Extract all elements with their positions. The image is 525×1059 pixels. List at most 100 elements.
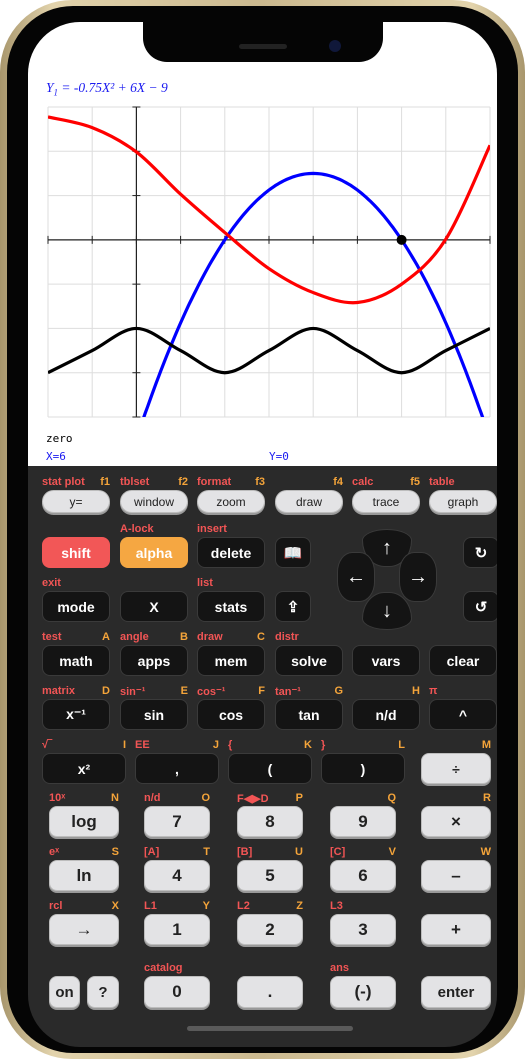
key-n-47d[interactable]: n/d	[352, 699, 420, 730]
key-x[interactable]: X	[120, 591, 188, 622]
key-solve[interactable]: solve	[275, 645, 343, 676]
undo-button[interactable]: ↺	[463, 591, 497, 622]
shift-label: distr	[275, 631, 299, 643]
key-0[interactable]: 0	[144, 976, 210, 1008]
alpha-label: D	[102, 685, 110, 697]
key-2[interactable]: 2	[237, 914, 303, 945]
home-indicator[interactable]	[187, 1026, 353, 1031]
key--247[interactable]: ÷	[421, 753, 491, 784]
undo-icon: ↺	[474, 598, 488, 616]
alpha-label: Y	[202, 900, 210, 912]
alpha-label: J	[212, 739, 219, 751]
arrow-right-button[interactable]: →	[399, 552, 437, 602]
redo-button[interactable]: ↻	[463, 537, 497, 568]
key-math[interactable]: math	[42, 645, 110, 676]
key-6[interactable]: 6	[330, 860, 396, 891]
key-graph[interactable]: graph	[429, 490, 497, 513]
alpha-label: f1	[100, 476, 110, 488]
alpha-label: R	[483, 792, 491, 804]
key--215[interactable]: ×	[421, 806, 491, 837]
key--8211[interactable]: –	[421, 860, 491, 891]
key-enter[interactable]: enter	[421, 976, 491, 1008]
key-7[interactable]: 7	[144, 806, 210, 837]
key-delete[interactable]: delete	[197, 537, 265, 568]
key-x-178[interactable]: x²	[42, 753, 126, 784]
key-5[interactable]: 5	[237, 860, 303, 891]
alpha-label: f5	[410, 476, 420, 488]
alpha-label: L	[398, 739, 405, 751]
key-shift[interactable]: shift	[42, 537, 110, 568]
key-stats[interactable]: stats	[197, 591, 265, 622]
key-x-8315-185[interactable]: x⁻¹	[42, 699, 110, 730]
key-4[interactable]: 4	[144, 860, 210, 891]
arrow-left-icon: ←	[346, 565, 366, 588]
key--40-45-41[interactable]: (-)	[330, 976, 396, 1008]
graph-display: Y1 = -0.75X² + 6X − 9 zero X=6 Y=0	[28, 22, 497, 466]
camera	[329, 40, 341, 52]
alpha-label: f4	[333, 476, 343, 488]
redo-icon: ↻	[474, 544, 488, 562]
calculator-screen: Y1 = -0.75X² + 6X − 9 zero X=6 Y=0 y= sta…	[28, 22, 497, 1047]
key--8594[interactable]: →	[49, 914, 119, 945]
key-8[interactable]: 8	[237, 806, 303, 837]
key-draw[interactable]: draw	[275, 490, 343, 513]
speaker	[239, 44, 287, 49]
alpha-label: S	[111, 846, 119, 858]
key--41[interactable]: )	[321, 753, 405, 784]
alpha-label: E	[180, 685, 188, 697]
trace-point	[396, 234, 407, 245]
key-window[interactable]: window	[120, 490, 188, 513]
shift-label: A-lock	[120, 523, 154, 535]
key--63[interactable]: ?	[87, 976, 119, 1008]
key-on[interactable]: on	[49, 976, 80, 1008]
key--43[interactable]: +	[421, 914, 491, 945]
key-trace[interactable]: trace	[352, 490, 420, 513]
shift-label: catalog	[144, 962, 183, 974]
shift-label: list	[197, 577, 213, 589]
alpha-label: Q	[387, 792, 396, 804]
key-clear[interactable]: clear	[429, 645, 497, 676]
shift-label: table	[429, 476, 455, 488]
share-button[interactable]: ⇪	[275, 591, 311, 622]
key-alpha[interactable]: alpha	[120, 537, 188, 568]
arrow-up-icon: ↑	[382, 536, 392, 559]
key-apps[interactable]: apps	[120, 645, 188, 676]
alpha-label: M	[481, 739, 491, 751]
arrow-left-button[interactable]: ←	[337, 552, 375, 602]
book-icon: 📖	[283, 544, 303, 562]
key-cos[interactable]: cos	[197, 699, 265, 730]
alpha-label: F	[258, 685, 265, 697]
graph-plot[interactable]	[28, 22, 497, 466]
key-mem[interactable]: mem	[197, 645, 265, 676]
key-vars[interactable]: vars	[352, 645, 420, 676]
key--94[interactable]: ^	[429, 699, 497, 730]
alpha-label: H	[412, 685, 420, 697]
key-sin[interactable]: sin	[120, 699, 188, 730]
key-1[interactable]: 1	[144, 914, 210, 945]
key-y-61[interactable]: y=	[42, 490, 110, 513]
key-tan[interactable]: tan	[275, 699, 343, 730]
key-zoom[interactable]: zoom	[197, 490, 265, 513]
key-mode[interactable]: mode	[42, 591, 110, 622]
book-button[interactable]: 📖	[275, 537, 311, 568]
shift-label: ans	[330, 962, 349, 974]
key--44[interactable]: ,	[135, 753, 219, 784]
key-ln[interactable]: ln	[49, 860, 119, 891]
key-3[interactable]: 3	[330, 914, 396, 945]
alpha-label: V	[388, 846, 396, 858]
notch	[143, 22, 383, 62]
y-readout: Y=0	[269, 450, 289, 463]
shift-label: exit	[42, 577, 61, 589]
alpha-label: O	[201, 792, 210, 804]
alpha-label: C	[257, 631, 265, 643]
key-log[interactable]: log	[49, 806, 119, 837]
calc-mode-label: zero	[46, 432, 73, 445]
key-9[interactable]: 9	[330, 806, 396, 837]
alpha-label: W	[480, 846, 491, 858]
key--46[interactable]: .	[237, 976, 303, 1008]
key--40[interactable]: (	[228, 753, 312, 784]
arrow-down-icon: ↓	[382, 599, 392, 622]
alpha-label: B	[180, 631, 188, 643]
shift-label: π	[429, 685, 438, 697]
alpha-label: U	[295, 846, 303, 858]
